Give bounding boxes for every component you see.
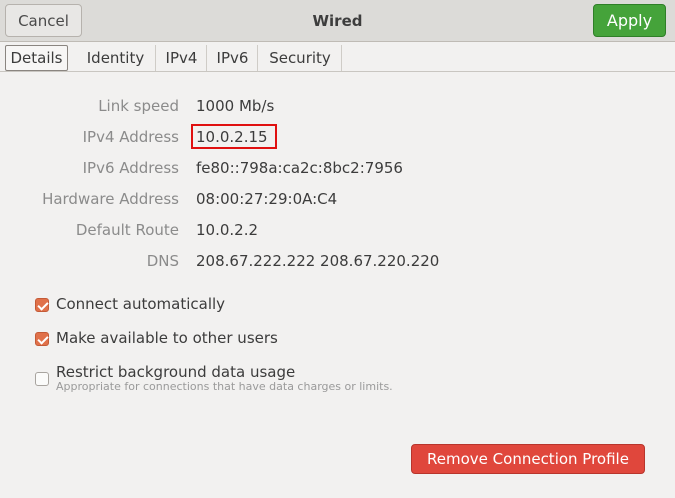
restrict-background-data-label[interactable]: Restrict background data usage: [56, 363, 295, 381]
default-route-label: Default Route: [75, 221, 179, 239]
header-bar: Cancel Wired Apply: [0, 0, 675, 42]
ipv6-address-value: fe80::798a:ca2c:8bc2:7956: [196, 159, 403, 177]
default-route-value: 10.0.2.2: [196, 221, 259, 239]
hardware-address-value: 08:00:27:29:0A:C4: [196, 190, 338, 208]
tab-ipv6[interactable]: IPv6: [208, 45, 258, 71]
highlight-box: [191, 124, 277, 149]
connect-automatically-checkbox[interactable]: [35, 298, 49, 312]
available-to-other-users-label[interactable]: Make available to other users: [56, 329, 278, 347]
link-speed-value: 1000 Mb/s: [196, 97, 275, 115]
dns-value: 208.67.222.222 208.67.220.220: [196, 252, 440, 270]
window-title: Wired: [312, 12, 363, 30]
dns-label: DNS: [146, 252, 179, 270]
link-speed-label: Link speed: [98, 97, 179, 115]
available-to-other-users-checkbox[interactable]: [35, 332, 49, 346]
tab-identity[interactable]: Identity: [76, 45, 156, 71]
apply-button[interactable]: Apply: [593, 4, 666, 37]
hardware-address-label: Hardware Address: [42, 190, 179, 208]
tab-security[interactable]: Security: [259, 45, 342, 71]
remove-connection-profile-button[interactable]: Remove Connection Profile: [411, 444, 645, 474]
restrict-background-data-checkbox[interactable]: [35, 372, 49, 386]
tab-bar: Details Identity IPv4 IPv6 Security: [0, 43, 675, 72]
connect-automatically-label[interactable]: Connect automatically: [56, 295, 225, 313]
restrict-background-data-description: Appropriate for connections that have da…: [56, 380, 393, 393]
tab-details[interactable]: Details: [5, 45, 68, 71]
ipv6-address-label: IPv6 Address: [82, 159, 179, 177]
tab-ipv4[interactable]: IPv4: [157, 45, 207, 71]
ipv4-address-label: IPv4 Address: [82, 128, 179, 146]
